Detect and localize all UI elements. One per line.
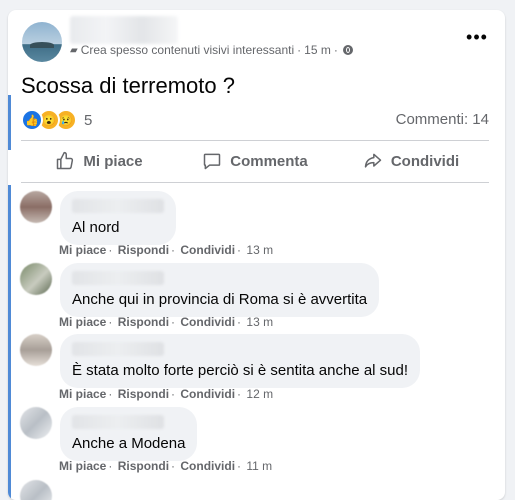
commenter-name-blurred[interactable]: [72, 199, 164, 213]
author-avatar[interactable]: [22, 22, 62, 62]
focus-indicator: [8, 185, 11, 500]
post-meta: ▰ Crea spesso contenuti visivi interessa…: [70, 43, 353, 57]
post-text: Scossa di terremoto ?: [21, 73, 235, 98]
comment-time[interactable]: 13 m: [246, 243, 273, 257]
like-button-label: Mi piace: [83, 152, 143, 170]
comment-reply-link[interactable]: Rispondi: [118, 243, 169, 257]
comment-share-link[interactable]: Condividi: [180, 459, 235, 473]
meta-separator: ·: [297, 43, 302, 57]
reactions-summary[interactable]: 👍 😮 😢 5: [21, 109, 92, 131]
divider: [21, 182, 489, 183]
comment-time[interactable]: 11 m: [246, 459, 272, 473]
action-bar: Mi piace Commenta Condividi: [21, 144, 489, 178]
comment-share-link[interactable]: Condividi: [180, 315, 235, 329]
comment-like-link[interactable]: Mi piace: [59, 243, 106, 257]
comment-button-label: Commenta: [230, 152, 308, 170]
thumbs-up-icon: [57, 151, 74, 170]
divider: [21, 140, 489, 141]
post-card: ▰ Crea spesso contenuti visivi interessa…: [8, 10, 505, 500]
author-badge-label: Crea spesso contenuti visivi interessant…: [80, 43, 295, 57]
comment-share-link[interactable]: Condividi: [180, 387, 235, 401]
comment-time[interactable]: 12 m: [246, 387, 273, 401]
globe-icon: [342, 45, 353, 55]
focus-indicator: [8, 95, 11, 150]
post-time[interactable]: 15 m: [304, 43, 331, 57]
comment-text: È stata molto forte perciò si è sentita …: [72, 362, 409, 379]
comment-reply-link[interactable]: Rispondi: [118, 387, 169, 401]
comment-like-link[interactable]: Mi piace: [59, 387, 106, 401]
comment-text: Anche qui in provincia di Roma si è avve…: [72, 291, 368, 308]
badge-icon: ▰: [70, 44, 78, 56]
meta-separator: ·: [333, 43, 338, 57]
comment-share-link[interactable]: Condividi: [180, 243, 235, 257]
comment-reply-link[interactable]: Rispondi: [118, 459, 169, 473]
commenter-name-blurred[interactable]: [72, 342, 164, 356]
reaction-count: 5: [84, 111, 93, 129]
commenter-avatar[interactable]: [20, 480, 52, 500]
like-reaction-icon: 👍: [21, 109, 43, 131]
comment-text: Al nord: [72, 219, 120, 236]
like-button[interactable]: Mi piace: [21, 144, 177, 178]
share-button[interactable]: Condividi: [333, 144, 489, 178]
comment-actions: Mi piace · Rispondi · Condividi · 12 m: [59, 387, 274, 401]
comment-text: Anche a Modena: [72, 435, 186, 452]
commenter-avatar[interactable]: [20, 191, 52, 223]
comment-like-link[interactable]: Mi piace: [59, 315, 106, 329]
share-button-label: Condividi: [390, 152, 460, 170]
commenter-name-blurred[interactable]: [72, 415, 164, 429]
commenter-name-blurred[interactable]: [72, 271, 164, 285]
author-name-blurred[interactable]: [70, 16, 178, 44]
comment-like-link[interactable]: Mi piace: [59, 459, 106, 473]
comments-count[interactable]: Commenti: 14: [396, 111, 489, 128]
comment-bubble: Anche qui in provincia di Roma si è avve…: [60, 263, 380, 317]
commenter-avatar[interactable]: [20, 334, 52, 366]
comment-icon: [203, 153, 221, 170]
share-icon: [364, 153, 382, 168]
comment-actions: Mi piace · Rispondi · Condividi · 13 m: [59, 315, 274, 329]
comment-time[interactable]: 13 m: [246, 315, 273, 329]
comment-bubble: Al nord: [60, 191, 176, 245]
more-options-icon[interactable]: •••: [463, 26, 491, 50]
comment-actions: Mi piace · Rispondi · Condividi · 13 m: [59, 243, 274, 257]
comment-actions: Mi piace · Rispondi · Condividi · 11 m: [59, 459, 273, 473]
commenter-avatar[interactable]: [20, 407, 52, 439]
commenter-avatar[interactable]: [20, 263, 52, 295]
comment-reply-link[interactable]: Rispondi: [118, 315, 169, 329]
comment-button[interactable]: Commenta: [177, 144, 333, 178]
comment-bubble: È stata molto forte perciò si è sentita …: [60, 334, 421, 388]
comment-bubble: Anche a Modena: [60, 407, 198, 461]
